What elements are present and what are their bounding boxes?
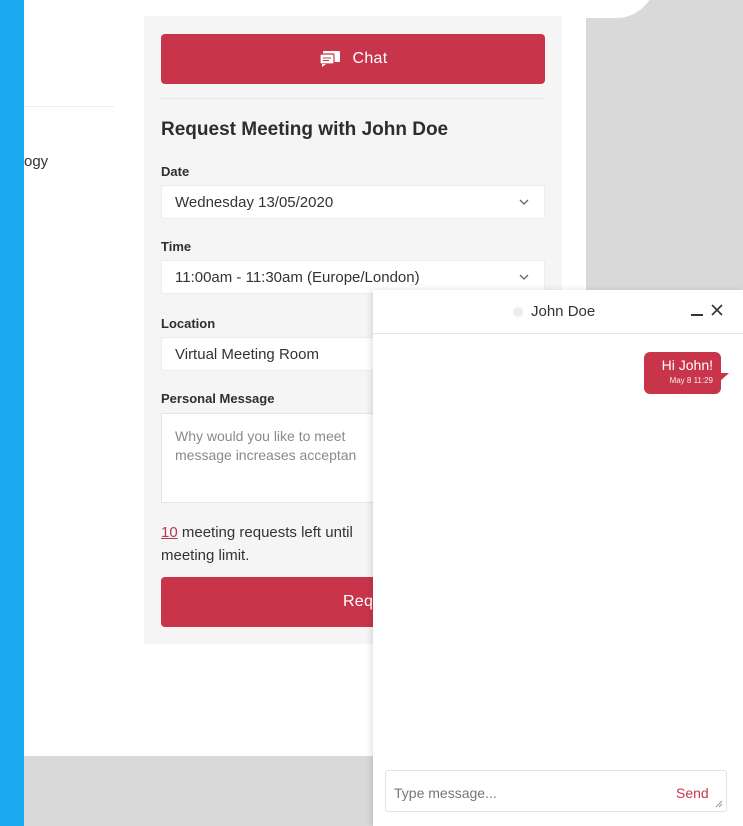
chat-contact: John Doe [513, 303, 595, 320]
chat-header: John Doe [373, 290, 743, 334]
left-partial-text: ogy [24, 153, 49, 170]
date-select[interactable]: Wednesday 13/05/2020 [161, 185, 545, 219]
chevron-down-icon [519, 274, 529, 280]
time-value: 11:00am - 11:30am (Europe/London) [175, 268, 420, 286]
resize-grip-icon[interactable] [715, 800, 723, 808]
status-dot-icon [513, 306, 523, 317]
time-label: Time [161, 239, 192, 254]
meeting-quota-text: 10 meeting requests left until meeting l… [161, 521, 391, 567]
minimize-icon[interactable] [691, 314, 703, 316]
quota-text-2: meeting limit. [161, 547, 250, 564]
chevron-down-icon [519, 199, 529, 205]
chat-button-label: Chat [352, 50, 388, 67]
personal-message-label: Personal Message [161, 391, 275, 406]
panel-divider [161, 98, 545, 99]
chat-message-text: Hi John! [661, 357, 713, 373]
quota-text: meeting requests left until [177, 524, 353, 541]
chat-window: John Doe Hi John! May 8 11:29 Type messa… [373, 290, 743, 826]
left-divider [24, 106, 114, 107]
send-button[interactable]: Send [676, 785, 709, 801]
close-icon[interactable] [709, 302, 725, 318]
page: ogy Chat Request Meeting with John Doe D… [24, 0, 743, 826]
chat-contact-name: John Doe [531, 303, 596, 320]
chat-bubbles-icon [318, 51, 340, 67]
chat-message-time: May 8 11:29 [669, 376, 713, 385]
location-value: Virtual Meeting Room [175, 345, 319, 363]
chat-input-placeholder: Type message... [394, 785, 497, 801]
date-value: Wednesday 13/05/2020 [175, 193, 334, 211]
quota-count-link[interactable]: 10 [161, 524, 178, 541]
location-label: Location [161, 316, 216, 331]
bubble-tail [719, 373, 729, 382]
date-label: Date [161, 164, 190, 179]
chat-button[interactable]: Chat [161, 34, 545, 84]
panel-title: Request Meeting with John Doe [161, 119, 449, 140]
chat-message-input[interactable]: Type message... Send [385, 770, 727, 812]
chat-message-bubble: Hi John! May 8 11:29 [644, 352, 721, 394]
time-select[interactable]: 11:00am - 11:30am (Europe/London) [161, 260, 545, 294]
